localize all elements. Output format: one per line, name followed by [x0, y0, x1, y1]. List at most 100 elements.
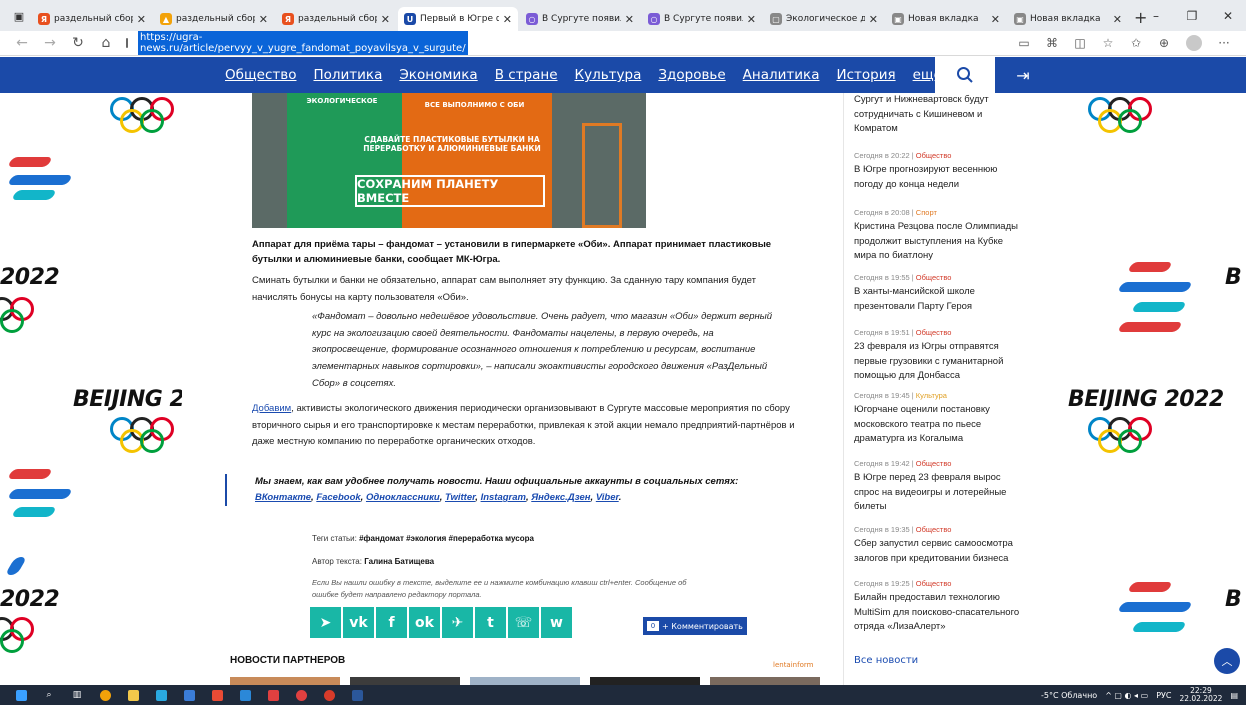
word-icon[interactable] — [346, 688, 368, 702]
nav-link[interactable]: Культура — [575, 67, 642, 83]
back-button[interactable]: ← — [8, 35, 36, 51]
app-icon[interactable] — [150, 688, 172, 702]
partners-brand[interactable]: lentainform — [773, 661, 813, 669]
profile-avatar[interactable] — [1186, 35, 1202, 51]
vk-share-icon[interactable]: vk — [343, 607, 374, 638]
twitter-share-icon[interactable]: t — [475, 607, 506, 638]
browser-tab[interactable]: ▣ Новая вкладка ✕ — [1008, 7, 1128, 31]
nav-link[interactable]: В стране — [495, 67, 558, 83]
news-headline[interactable]: В ханты-мансийской школе презентовали Па… — [854, 285, 1026, 314]
app-icon[interactable] — [234, 688, 256, 702]
search-button[interactable] — [935, 57, 995, 93]
address-bar[interactable]: https://ugra-news.ru/article/pervyy_v_yu… — [126, 31, 468, 55]
nav-link[interactable]: Общество — [225, 67, 296, 83]
app-icon[interactable] — [178, 688, 200, 702]
news-item[interactable]: Сегодня в 19:45 | Культура Югорчане оцени… — [854, 391, 1026, 447]
social-link[interactable]: Twitter — [445, 492, 475, 503]
news-item[interactable]: Сегодня в 20:22 | Общество В Югре прогноз… — [854, 151, 1026, 192]
news-item[interactable]: Сегодня в 19:42 | Общество В Югре перед 2… — [854, 459, 1026, 515]
app-icon[interactable] — [262, 688, 284, 702]
news-headline[interactable]: 23 февраля из Югры отправятся первые гру… — [854, 340, 1026, 384]
app-icon[interactable] — [318, 688, 340, 702]
news-headline[interactable]: Сургут и Нижневартовск будут сотрудничат… — [854, 93, 1026, 137]
news-category[interactable]: Общество — [916, 459, 952, 468]
tab-close-icon[interactable]: ✕ — [503, 13, 512, 26]
browser-tab[interactable]: U Первый в Югре фанд ✕ — [398, 7, 518, 31]
tab-close-icon[interactable]: ✕ — [1113, 13, 1122, 26]
news-headline[interactable]: Сбер запустил сервис самоосмотра залогов… — [854, 537, 1026, 566]
collections-icon[interactable]: ⊕ — [1150, 36, 1178, 50]
nav-link[interactable]: Здоровье — [658, 67, 725, 83]
extensions-icon[interactable]: ⌘ — [1038, 36, 1066, 50]
news-headline[interactable]: В Югре прогнозируют весеннюю погоду до к… — [854, 163, 1026, 192]
restore-button[interactable]: ❐ — [1174, 0, 1210, 31]
reader-icon[interactable]: ▭ — [1010, 36, 1038, 50]
news-headline[interactable]: Кристина Резцова после Олимпиады продолж… — [854, 220, 1026, 264]
telegram-share-icon[interactable]: ➤ — [310, 607, 341, 638]
forward-button[interactable]: → — [36, 35, 64, 51]
news-category[interactable]: Общество — [916, 151, 952, 160]
notification-icon[interactable]: ▤ — [1230, 691, 1238, 700]
url-text[interactable]: https://ugra-news.ru/article/pervyy_v_yu… — [138, 31, 468, 55]
ok-share-icon[interactable]: ok — [409, 607, 440, 638]
more-menu-icon[interactable]: ··· — [1210, 36, 1238, 50]
nav-link[interactable]: Политика — [313, 67, 382, 83]
social-link[interactable]: Яндекс.Дзен — [531, 492, 590, 503]
news-category[interactable]: Спорт — [916, 208, 937, 217]
taskview-icon[interactable]: ▥ — [66, 688, 88, 702]
language-indicator[interactable]: РУС — [1156, 691, 1171, 700]
scroll-top-button[interactable]: ︿ — [1214, 648, 1240, 674]
facebook-share-icon[interactable]: f — [376, 607, 407, 638]
nav-link[interactable]: История — [836, 67, 895, 83]
minimize-button[interactable]: – — [1138, 0, 1174, 31]
browser-tab[interactable]: ○ В Сургуте появился ф ✕ — [520, 7, 640, 31]
news-item[interactable]: Сургут и Нижневартовск будут сотрудничат… — [854, 93, 1026, 137]
news-item[interactable]: Сегодня в 20:08 | Спорт Кристина Резцова … — [854, 208, 1026, 264]
nav-link[interactable]: Аналитика — [743, 67, 820, 83]
favorites-icon[interactable]: ✩ — [1122, 36, 1150, 50]
reload-button[interactable]: ↻ — [64, 35, 92, 51]
tab-close-icon[interactable]: ✕ — [625, 13, 634, 26]
news-category[interactable]: Общество — [916, 579, 952, 588]
app-icon[interactable] — [206, 688, 228, 702]
tab-close-icon[interactable]: ✕ — [747, 13, 756, 26]
whatsapp-share-icon[interactable]: w — [541, 607, 572, 638]
tags-value[interactable]: #фандомат #экология #переработка мусора — [359, 534, 534, 543]
news-category[interactable]: Общество — [916, 328, 952, 337]
news-headline[interactable]: В Югре перед 23 февраля вырос спрос на в… — [854, 471, 1026, 515]
split-icon[interactable]: ◫ — [1066, 36, 1094, 50]
home-button[interactable]: ⌂ — [92, 35, 120, 51]
partner-thumb[interactable] — [230, 677, 340, 685]
news-category[interactable]: Культура — [916, 391, 947, 400]
news-item[interactable]: Сегодня в 19:35 | Общество Сбер запустил … — [854, 525, 1026, 566]
login-icon[interactable]: ⇥ — [1008, 57, 1038, 93]
browser-tab[interactable]: Яраздельный сбор му ✕ — [276, 7, 396, 31]
app-icon[interactable] — [122, 688, 144, 702]
tab-close-icon[interactable]: ✕ — [259, 13, 268, 26]
weather-text[interactable]: -5°C Облачно — [1041, 691, 1097, 700]
social-link[interactable]: Instagram — [481, 492, 526, 503]
all-news-link[interactable]: Все новости — [854, 655, 918, 666]
news-headline[interactable]: Югорчане оценили постановку московского … — [854, 403, 1026, 447]
comment-button[interactable]: 0 + Комментировать — [643, 617, 747, 635]
viber-share-icon[interactable]: ☏ — [508, 607, 539, 638]
partner-thumb[interactable] — [470, 677, 580, 685]
browser-tab[interactable]: ▣ Новая вкладка ✕ — [886, 7, 1006, 31]
start-icon[interactable] — [10, 688, 32, 702]
nav-link[interactable]: Экономика — [399, 67, 477, 83]
news-item[interactable]: Сегодня в 19:25 | Общество Билайн предост… — [854, 579, 1026, 635]
social-link[interactable]: Facebook — [316, 492, 360, 503]
browser-tab[interactable]: ▢ Экологическое движ ✕ — [764, 7, 884, 31]
close-window-button[interactable]: ✕ — [1210, 0, 1246, 31]
browser-tab[interactable]: Яраздельный сбор му ✕ — [32, 7, 152, 31]
social-link[interactable]: Viber — [596, 492, 619, 503]
app-icon[interactable] — [290, 688, 312, 702]
tab-close-icon[interactable]: ✕ — [869, 13, 878, 26]
tab-close-icon[interactable]: ✕ — [991, 13, 1000, 26]
added-link[interactable]: Добавим — [252, 403, 291, 414]
tab-close-icon[interactable]: ✕ — [137, 13, 146, 26]
clock[interactable]: 22:29 22.02.2022 — [1179, 686, 1222, 704]
tray-icons[interactable]: ^ ▢ ◐ ◂ ▭ — [1105, 691, 1148, 700]
favorite-star-icon[interactable]: ☆ — [1094, 36, 1122, 50]
telegram-plane-share-icon[interactable]: ✈ — [442, 607, 473, 638]
